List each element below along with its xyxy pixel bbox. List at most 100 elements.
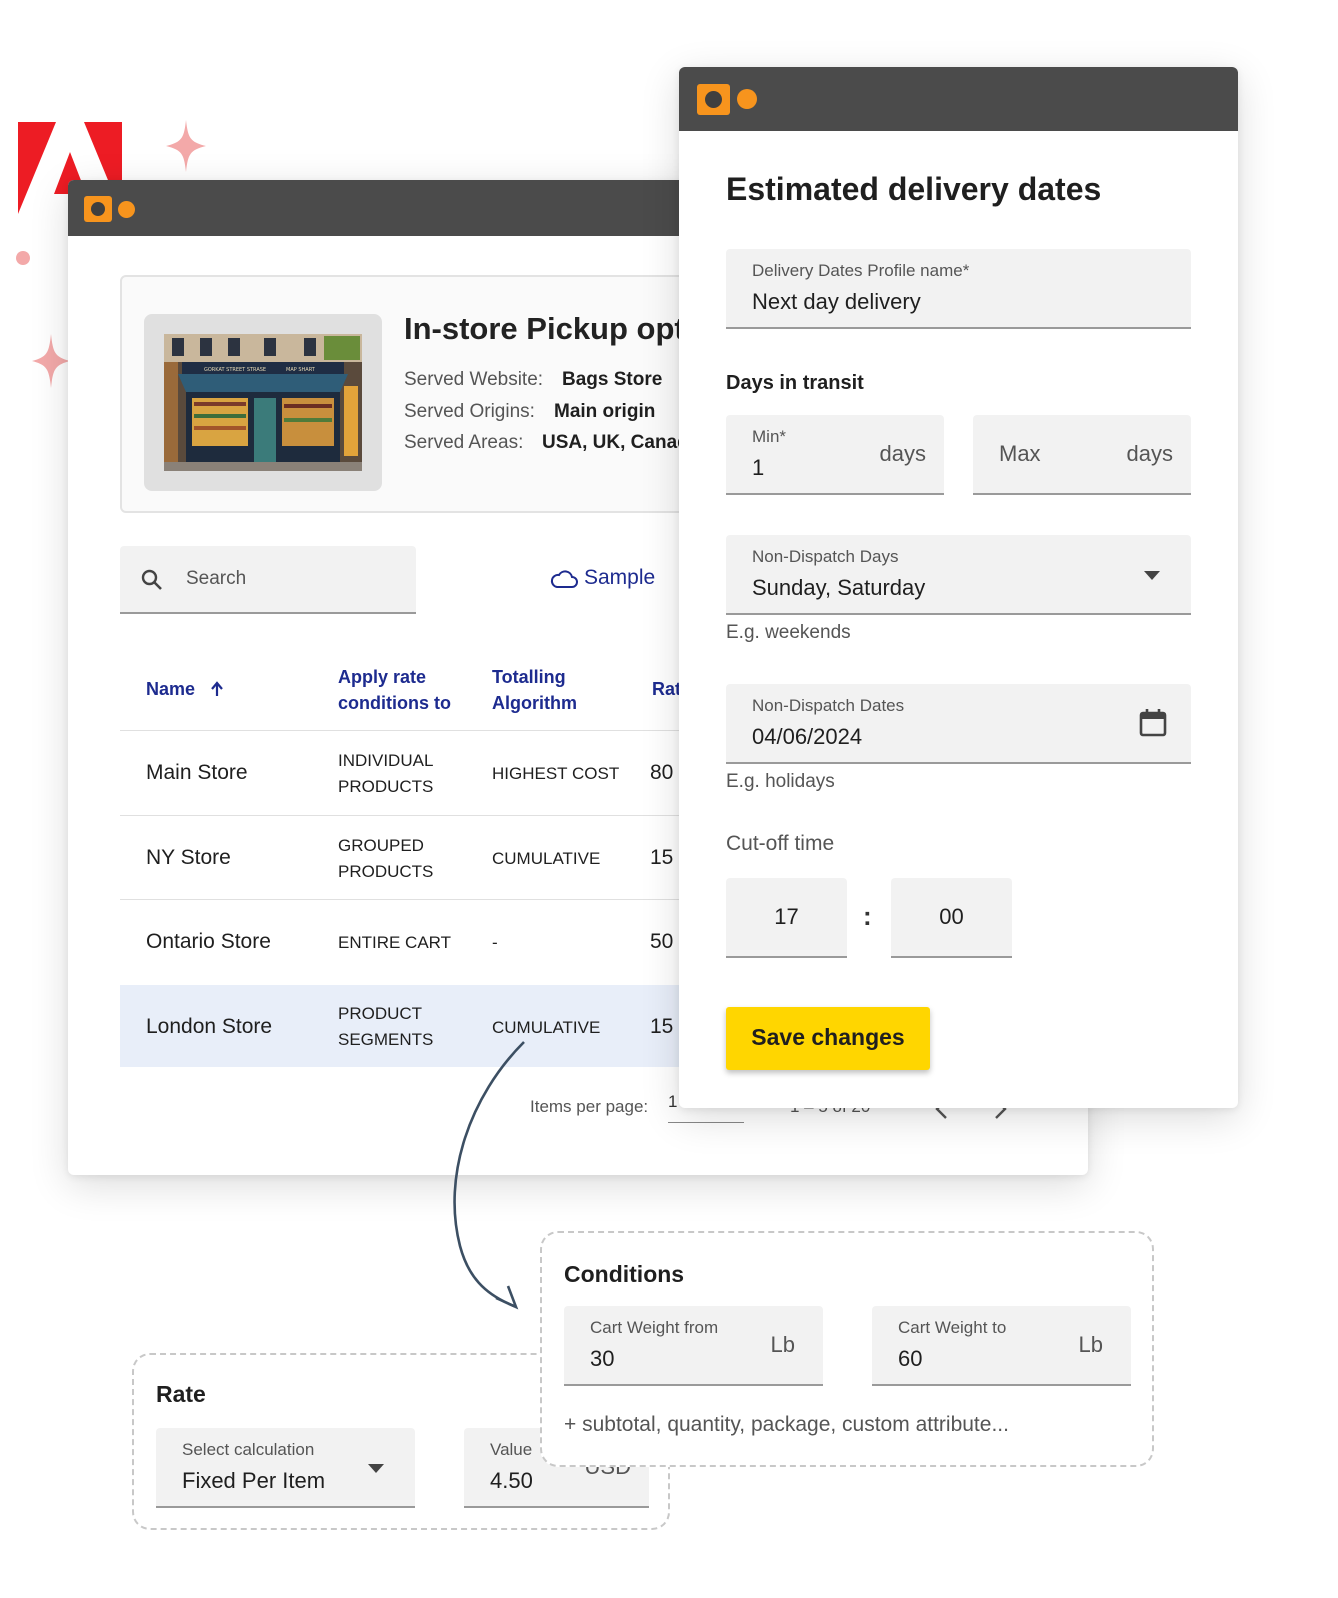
row-apply: GROUPED PRODUCTS bbox=[338, 836, 434, 881]
sparkle-dot bbox=[16, 251, 30, 265]
row-algorithm: CUMULATIVE bbox=[492, 849, 601, 868]
min-days-field[interactable]: Min* 1 days bbox=[726, 415, 944, 495]
rate-value: 4.50 bbox=[490, 1468, 533, 1493]
save-changes-label: Save changes bbox=[751, 1024, 905, 1050]
page-title: Estimated delivery dates bbox=[726, 171, 1102, 207]
sample-label: Sample bbox=[584, 566, 656, 589]
non-dispatch-dates-field[interactable]: Non-Dispatch Dates 04/06/2024 bbox=[726, 684, 1191, 764]
column-header-name[interactable]: Name bbox=[146, 676, 224, 702]
pickup-card: GORKAT STREET STRASE MAP SHART In-store … bbox=[120, 275, 740, 513]
served-website-label: Served Website: bbox=[404, 369, 544, 390]
column-header-rate[interactable]: Rat bbox=[652, 676, 681, 702]
row-algorithm: HIGHEST COST bbox=[492, 764, 620, 783]
arrow-up-icon bbox=[211, 681, 223, 696]
cutoff-separator: : bbox=[863, 901, 872, 931]
served-origins-label: Served Origins: bbox=[404, 401, 535, 422]
rate-value-label: Value bbox=[490, 1440, 533, 1459]
non-dispatch-days-hint: E.g. weekends bbox=[726, 622, 851, 643]
non-dispatch-dates-label: Non-Dispatch Dates bbox=[752, 696, 905, 715]
delivery-dates-window: Estimated delivery dates Delivery Dates … bbox=[679, 67, 1238, 1108]
cart-weight-to-label: Cart Weight to bbox=[898, 1318, 1007, 1337]
served-origins-value: Main origin bbox=[554, 401, 656, 422]
search-input[interactable]: Search bbox=[120, 546, 416, 614]
store-photo: GORKAT STREET STRASE MAP SHART bbox=[164, 334, 362, 471]
cart-weight-from-field[interactable]: Cart Weight from 30 Lb bbox=[564, 1306, 823, 1386]
cart-weight-from-suffix: Lb bbox=[770, 1332, 795, 1357]
row-name[interactable]: London Store bbox=[146, 1015, 272, 1039]
max-days-field[interactable]: Max days bbox=[973, 415, 1191, 495]
app-logo-dot bbox=[118, 201, 135, 218]
max-days-suffix: days bbox=[1126, 441, 1173, 466]
min-days-label: Min* bbox=[752, 427, 787, 446]
chevron-down-icon bbox=[368, 1464, 384, 1473]
store-sign-left: GORKAT STREET STRASE bbox=[204, 367, 266, 373]
cart-weight-from-value: 30 bbox=[590, 1346, 615, 1371]
header-apply-line2: conditions to bbox=[338, 693, 451, 713]
column-header-apply-rate[interactable]: Apply rate conditions to bbox=[338, 664, 451, 716]
cart-weight-to-field[interactable]: Cart Weight to 60 Lb bbox=[872, 1306, 1131, 1386]
sparkle-icon bbox=[166, 120, 206, 172]
row-divider bbox=[120, 730, 740, 731]
header-apply-line1: Apply rate bbox=[338, 667, 427, 687]
store-sign-right: MAP SHART bbox=[286, 367, 316, 373]
cutoff-minutes-value: 00 bbox=[939, 904, 964, 929]
header-total-line2: Algorithm bbox=[492, 693, 577, 713]
served-areas-label: Served Areas: bbox=[404, 432, 524, 453]
cutoff-hours-value: 17 bbox=[774, 904, 799, 929]
app-logo-icon bbox=[84, 196, 112, 222]
card-title: In-store Pickup opti bbox=[404, 311, 694, 346]
cutoff-hours-field[interactable]: 17 bbox=[726, 878, 847, 958]
search-icon bbox=[141, 569, 162, 590]
min-days-value: 1 bbox=[752, 455, 765, 480]
profile-name-value: Next day delivery bbox=[752, 289, 921, 314]
min-days-suffix: days bbox=[879, 441, 926, 466]
row-apply: PRODUCT SEGMENTS bbox=[338, 1004, 434, 1049]
non-dispatch-days-select[interactable]: Non-Dispatch Days Sunday, Saturday bbox=[726, 535, 1191, 615]
row-rate: 15 bbox=[650, 1015, 674, 1038]
rate-title: Rate bbox=[156, 1381, 206, 1407]
add-conditions-link[interactable]: + subtotal, quantity, package, custom at… bbox=[564, 1413, 1009, 1437]
non-dispatch-days-label: Non-Dispatch Days bbox=[752, 547, 899, 566]
cutoff-time-label: Cut-off time bbox=[726, 832, 835, 855]
calendar-icon[interactable] bbox=[1138, 708, 1168, 738]
non-dispatch-dates-value: 04/06/2024 bbox=[752, 724, 863, 749]
store-image-frame: GORKAT STREET STRASE MAP SHART bbox=[144, 314, 382, 491]
row-algorithm: - bbox=[492, 933, 498, 952]
days-in-transit-heading: Days in transit bbox=[726, 372, 864, 394]
cloud-icon bbox=[550, 570, 578, 588]
non-dispatch-dates-hint: E.g. holidays bbox=[726, 771, 835, 792]
conditions-panel: Conditions Cart Weight from 30 Lb Cart W… bbox=[540, 1231, 1154, 1467]
cutoff-minutes-field[interactable]: 00 bbox=[891, 878, 1012, 958]
sparkle-icon bbox=[32, 334, 70, 388]
window-titlebar bbox=[679, 67, 1238, 131]
row-divider bbox=[120, 815, 740, 816]
row-name[interactable]: NY Store bbox=[146, 846, 231, 870]
profile-name-field[interactable]: Delivery Dates Profile name* Next day de… bbox=[726, 249, 1191, 329]
chevron-down-icon bbox=[1144, 571, 1160, 580]
search-placeholder: Search bbox=[186, 568, 247, 589]
select-calculation-value: Fixed Per Item bbox=[182, 1468, 326, 1493]
conditions-title: Conditions bbox=[564, 1261, 685, 1287]
served-areas-value: USA, UK, Canad bbox=[542, 432, 689, 453]
non-dispatch-days-value: Sunday, Saturday bbox=[752, 575, 926, 600]
app-logo-icon bbox=[697, 84, 730, 115]
row-apply: ENTIRE CART bbox=[338, 933, 452, 952]
served-website-value: Bags Store bbox=[562, 369, 663, 390]
items-per-page-label: Items per page: bbox=[530, 1097, 649, 1116]
max-days-placeholder: Max bbox=[999, 441, 1041, 466]
select-calculation[interactable]: Select calculation Fixed Per Item bbox=[156, 1428, 415, 1508]
row-name[interactable]: Ontario Store bbox=[146, 930, 271, 954]
select-calculation-label: Select calculation bbox=[182, 1440, 315, 1459]
header-name-label: Name bbox=[146, 679, 196, 699]
row-rate: 15 bbox=[650, 846, 674, 869]
row-divider bbox=[120, 899, 740, 900]
row-name[interactable]: Main Store bbox=[146, 761, 248, 785]
cart-weight-to-suffix: Lb bbox=[1078, 1332, 1103, 1357]
connector-arrow bbox=[453, 1041, 525, 1310]
row-rate: 80 bbox=[650, 761, 674, 784]
items-per-page-value: 1 bbox=[668, 1092, 678, 1111]
column-header-totalling[interactable]: Totalling Algorithm bbox=[492, 664, 577, 716]
row-apply: INDIVIDUAL PRODUCTS bbox=[338, 751, 434, 796]
save-changes-button[interactable]: Save changes bbox=[726, 1007, 930, 1070]
app-logo-dot bbox=[737, 89, 757, 109]
